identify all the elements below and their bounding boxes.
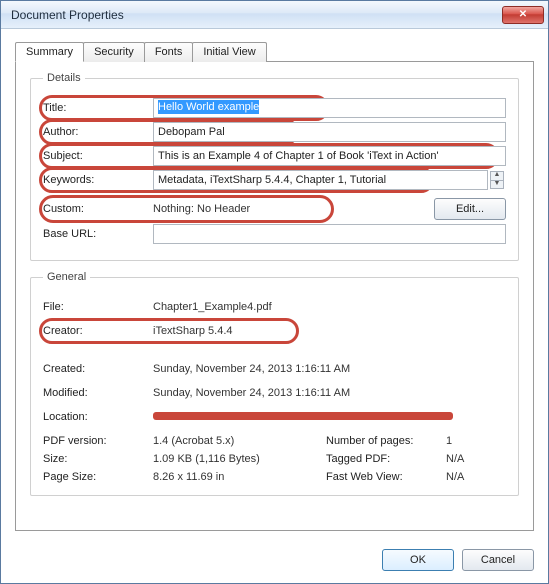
custom-value: Nothing: No Header: [153, 203, 428, 215]
tagged-label: Tagged PDF:: [326, 453, 446, 465]
pagesize-label: Page Size:: [43, 471, 153, 483]
general-legend: General: [43, 271, 90, 283]
file-label: File:: [43, 301, 153, 313]
tabstrip: Summary Security Fonts Initial View: [15, 41, 534, 61]
general-group: General File: Chapter1_Example4.pdf Crea…: [30, 271, 519, 496]
baseurl-label: Base URL:: [43, 228, 153, 240]
content-area: Summary Security Fonts Initial View Deta…: [1, 29, 548, 539]
numpages-label: Number of pages:: [326, 435, 446, 447]
close-button[interactable]: ✕: [502, 6, 544, 24]
author-input[interactable]: [153, 122, 506, 142]
title-label: Title:: [43, 102, 153, 114]
pdfversion-value: 1.4 (Acrobat 5.x): [153, 435, 326, 447]
edit-button[interactable]: Edit...: [434, 198, 506, 220]
created-value: Sunday, November 24, 2013 1:16:11 AM: [153, 363, 506, 375]
file-value: Chapter1_Example4.pdf: [153, 301, 506, 313]
pdfversion-label: PDF version:: [43, 435, 153, 447]
titlebar: Document Properties ✕: [1, 1, 548, 29]
title-value: Hello World example: [158, 100, 259, 114]
keywords-label: Keywords:: [43, 174, 153, 186]
size-value: 1.09 KB (1,116 Bytes): [153, 453, 326, 465]
location-label: Location:: [43, 411, 153, 423]
chevron-up-icon[interactable]: ▲: [490, 171, 504, 180]
subject-label: Subject:: [43, 150, 153, 162]
tab-summary[interactable]: Summary: [15, 42, 84, 62]
tagged-value: N/A: [446, 453, 506, 465]
tab-fonts[interactable]: Fonts: [144, 42, 194, 62]
creator-label: Creator:: [43, 325, 153, 337]
ok-button[interactable]: OK: [382, 549, 454, 571]
author-label: Author:: [43, 126, 153, 138]
size-label: Size:: [43, 453, 153, 465]
fastweb-value: N/A: [446, 471, 506, 483]
modified-label: Modified:: [43, 387, 153, 399]
tab-initial-view[interactable]: Initial View: [192, 42, 266, 62]
cancel-button[interactable]: Cancel: [462, 549, 534, 571]
baseurl-input[interactable]: [153, 224, 506, 244]
window-title: Document Properties: [11, 8, 502, 22]
tabpanel-summary: Details Title: Hello World example Autho…: [15, 61, 534, 531]
pagesize-value: 8.26 x 11.69 in: [153, 471, 326, 483]
buttonbar: OK Cancel: [1, 539, 548, 583]
general-grid: PDF version: 1.4 (Acrobat 5.x) Number of…: [43, 435, 506, 483]
details-group: Details Title: Hello World example Autho…: [30, 72, 519, 261]
created-label: Created:: [43, 363, 153, 375]
title-input[interactable]: Hello World example: [153, 98, 506, 118]
fastweb-label: Fast Web View:: [326, 471, 446, 483]
keywords-stepper[interactable]: ▲ ▼: [490, 171, 504, 189]
subject-input[interactable]: [153, 146, 506, 166]
keywords-input[interactable]: [153, 170, 488, 190]
custom-label: Custom:: [43, 203, 153, 215]
chevron-down-icon[interactable]: ▼: [490, 180, 504, 189]
close-icon: ✕: [519, 9, 527, 20]
creator-value: iTextSharp 5.4.4: [153, 325, 506, 337]
modified-value: Sunday, November 24, 2013 1:16:11 AM: [153, 387, 506, 399]
tab-security[interactable]: Security: [83, 42, 145, 62]
numpages-value: 1: [446, 435, 506, 447]
location-redacted: [153, 412, 453, 420]
dialog-window: Document Properties ✕ Summary Security F…: [0, 0, 549, 584]
details-legend: Details: [43, 72, 85, 84]
